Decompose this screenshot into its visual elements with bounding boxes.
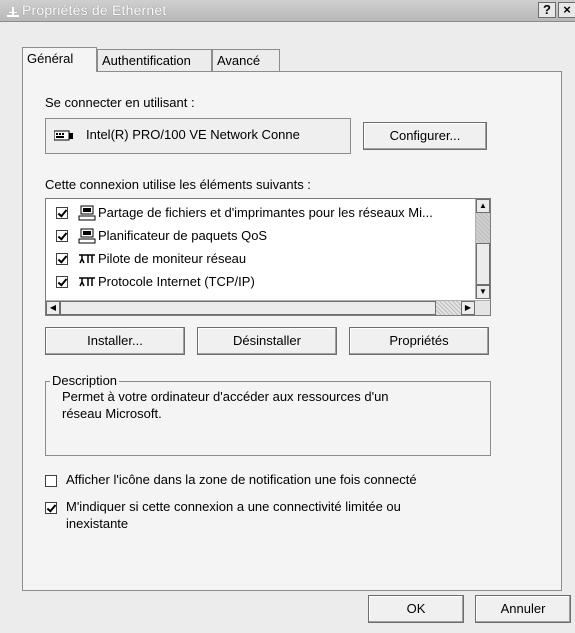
description-group: Description Permet à votre ordinateur d'… xyxy=(45,373,491,456)
computer-icon xyxy=(78,205,96,221)
help-button[interactable]: ? xyxy=(538,2,556,18)
show-icon-label: Afficher l'icône dans la zone de notific… xyxy=(66,472,417,487)
cancel-button[interactable]: Annuler xyxy=(475,595,571,623)
adapter-field: Intel(R) PRO/100 VE Network Conne xyxy=(45,118,351,154)
component-checkbox[interactable] xyxy=(56,207,68,219)
notify-limited-label: inexistante xyxy=(66,516,129,531)
network-card-icon xyxy=(54,130,73,141)
scroll-right-icon[interactable]: ▶ xyxy=(461,301,475,315)
adapter-name: Intel(R) PRO/100 VE Network Conne xyxy=(86,127,300,142)
component-label: Planificateur de paquets QoS xyxy=(98,228,268,243)
tab-general[interactable]: Général xyxy=(22,47,97,72)
scroll-track-horizontal[interactable] xyxy=(436,301,461,315)
network-protocol-icon xyxy=(79,254,95,264)
component-checkbox[interactable] xyxy=(56,230,68,242)
components-list[interactable]: Partage de fichiers et d'imprimantes pou… xyxy=(45,198,491,316)
show-icon-checkbox[interactable] xyxy=(45,475,57,487)
component-label: Partage de fichiers et d'imprimantes pou… xyxy=(98,205,433,220)
scroll-thumb[interactable] xyxy=(476,243,490,285)
tab-authentication[interactable]: Authentification xyxy=(97,49,212,71)
component-checkbox[interactable] xyxy=(56,276,68,288)
install-button[interactable]: Installer... xyxy=(45,327,185,355)
component-label: Protocole Internet (TCP/IP) xyxy=(98,274,255,289)
notify-limited-checkbox[interactable] xyxy=(45,502,57,514)
description-text: réseau Microsoft. xyxy=(62,406,162,421)
component-label: Pilote de moniteur réseau xyxy=(98,251,247,266)
scroll-up-icon[interactable]: ▲ xyxy=(476,199,490,213)
horizontal-scrollbar[interactable]: ◀ ▶ xyxy=(46,300,490,315)
uninstall-button[interactable]: Désinstaller xyxy=(197,327,337,355)
connect-using-label: Se connecter en utilisant : xyxy=(45,95,195,110)
properties-dialog: Propriétés de Ethernet ? × Général Authe… xyxy=(0,0,575,633)
ok-button[interactable]: OK xyxy=(368,595,464,623)
components-label: Cette connexion utilise les éléments sui… xyxy=(45,177,311,192)
window-title: Propriétés de Ethernet xyxy=(22,2,167,18)
vertical-scrollbar[interactable]: ▲ ▼ xyxy=(475,199,490,299)
network-connection-icon xyxy=(7,7,19,17)
component-checkbox[interactable] xyxy=(56,253,68,265)
notify-limited-label: M'indiquer si cette connexion a une conn… xyxy=(66,499,401,514)
computer-icon xyxy=(78,228,96,244)
description-text: Permet à votre ordinateur d'accéder aux … xyxy=(62,389,389,404)
properties-button[interactable]: Propriétés xyxy=(349,327,489,355)
scroll-left-icon[interactable]: ◀ xyxy=(46,301,60,315)
scroll-down-icon[interactable]: ▼ xyxy=(476,285,490,299)
scroll-track[interactable] xyxy=(476,213,490,243)
configure-button[interactable]: Configurer... xyxy=(363,122,487,150)
close-button[interactable]: × xyxy=(558,2,575,18)
scroll-thumb-horizontal[interactable] xyxy=(60,301,436,315)
title-bar[interactable]: Propriétés de Ethernet ? × xyxy=(0,0,575,22)
tab-advanced[interactable]: Avancé xyxy=(212,49,280,71)
network-protocol-icon xyxy=(79,277,95,287)
description-legend: Description xyxy=(50,373,120,388)
